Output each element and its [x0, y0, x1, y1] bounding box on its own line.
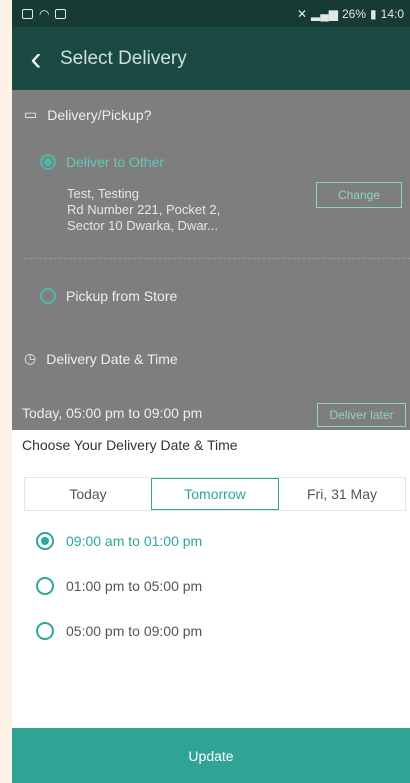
tab-fri-31-may[interactable]: Fri, 31 May — [279, 478, 405, 510]
battery-icon: ▮ — [370, 6, 377, 21]
address-line: Test, Testing — [67, 186, 140, 201]
status-time: 14:0 — [380, 6, 404, 21]
deliver-radio[interactable] — [40, 154, 56, 170]
date-time-section-label: Delivery Date & Time — [46, 350, 178, 367]
address-line: Rd Number 221, Pocket 2, — [67, 202, 221, 217]
date-tabs: Today Tomorrow Fri, 31 May — [24, 477, 406, 511]
clock-icon: ◷ — [24, 350, 37, 366]
time-slot[interactable]: 09:00 am to 01:00 pm — [36, 532, 202, 550]
time-slot[interactable]: 01:00 pm to 05:00 pm — [36, 577, 202, 595]
image-notification-icon — [22, 8, 33, 19]
page-title: Select Delivery — [60, 47, 187, 69]
slot-radio[interactable] — [36, 532, 54, 550]
date-time-section-header: ◷ Delivery Date & Time — [24, 350, 178, 367]
divider — [24, 258, 410, 259]
status-bar: ◠ ✕ ▂▄▆ 26% ▮ 14:0 — [12, 0, 410, 27]
pickup-radio[interactable] — [40, 288, 56, 304]
battery-percent: 26% — [342, 6, 367, 21]
slot-radio[interactable] — [36, 577, 54, 595]
delivery-address: Test, Testing Rd Number 221, Pocket 2, S… — [67, 186, 220, 234]
deliver-option-label: Deliver to Other — [66, 154, 165, 170]
update-button[interactable]: Update — [12, 728, 410, 783]
wifi-notification-icon: ◠ — [39, 6, 50, 21]
date-time-bottom-sheet: Choose Your Delivery Date & Time Today T… — [12, 430, 410, 783]
tab-tomorrow[interactable]: Tomorrow — [151, 478, 279, 510]
signal-icon: ▂▄▆ — [311, 6, 338, 21]
phone-screen: ◠ ✕ ▂▄▆ 26% ▮ 14:0 ‹ Select Delivery ▭ D… — [12, 0, 410, 783]
deliver-later-button[interactable]: Deliver later — [317, 403, 406, 427]
back-arrow-icon[interactable]: ‹ — [12, 42, 60, 76]
deliver-to-other-option[interactable]: Deliver to Other — [40, 154, 164, 170]
mute-icon: ✕ — [296, 6, 308, 21]
slot-label: 09:00 am to 01:00 pm — [66, 533, 203, 549]
tab-today[interactable]: Today — [25, 478, 151, 510]
current-delivery-time-value: Today, 05:00 pm to 09:00 pm — [22, 405, 203, 421]
current-delivery-time: Today, 05:00 pm to 09:00 pm — [22, 405, 202, 421]
slot-radio[interactable] — [36, 622, 54, 640]
slot-label: 05:00 pm to 09:00 pm — [66, 623, 203, 639]
time-slot[interactable]: 05:00 pm to 09:00 pm — [36, 622, 202, 640]
app-notification-icon — [55, 8, 67, 19]
slot-label: 01:00 pm to 05:00 pm — [66, 578, 203, 594]
sheet-title: Choose Your Delivery Date & Time — [22, 437, 238, 453]
change-address-button[interactable]: Change — [316, 182, 402, 208]
pickup-option[interactable]: Pickup from Store — [40, 288, 177, 304]
app-bar: ‹ Select Delivery — [12, 27, 410, 90]
calendar-icon: ▭ — [24, 106, 38, 122]
dimmed-background[interactable]: ▭ Delivery/Pickup? Deliver to Other Test… — [12, 90, 410, 430]
address-line: Sector 10 Dwarka, Dwar... — [67, 218, 218, 233]
pickup-option-label: Pickup from Store — [66, 288, 178, 304]
delivery-section-label: Delivery/Pickup? — [47, 106, 152, 123]
delivery-section-header: ▭ Delivery/Pickup? — [24, 106, 152, 123]
